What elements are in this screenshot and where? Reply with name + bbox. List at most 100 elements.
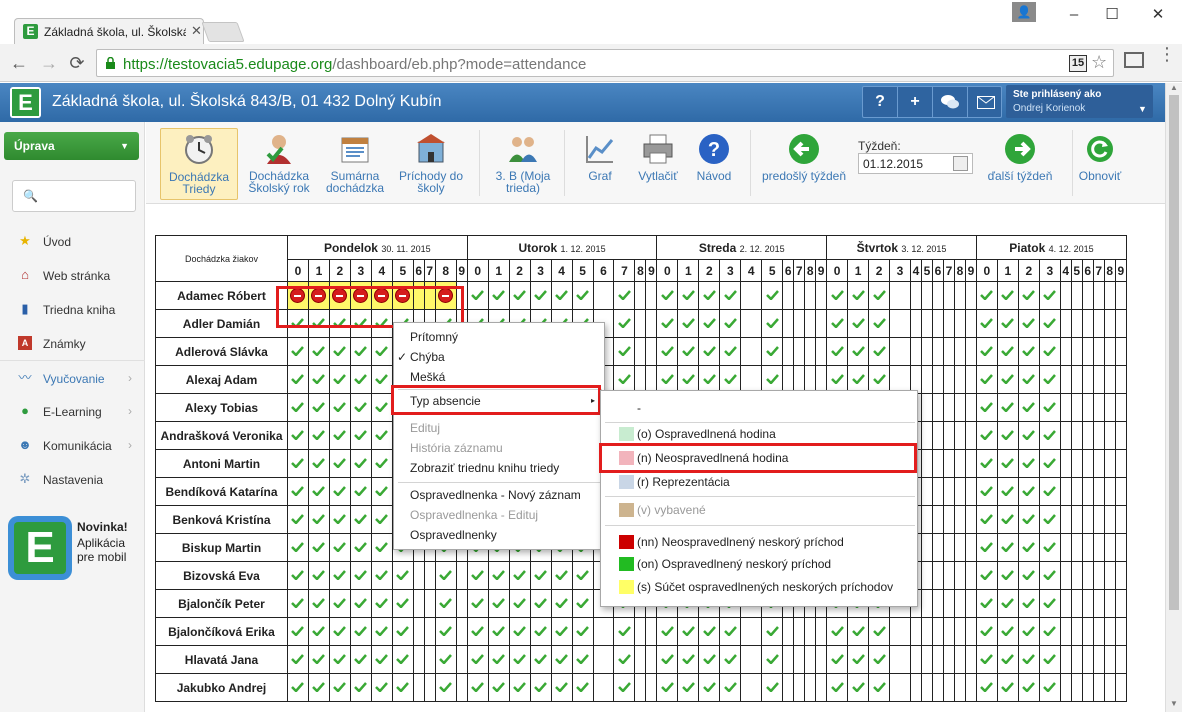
attendance-cell[interactable] [1092,533,1105,562]
ribbon-dochadzka-skolsky-rok[interactable]: Dochádzka Školský rok [242,128,316,200]
attendance-cell[interactable] [910,309,922,338]
attendance-cell[interactable] [826,281,849,310]
attendance-cell[interactable] [826,309,849,338]
attendance-cell[interactable] [920,589,933,618]
attendance-cell[interactable] [550,589,573,618]
attendance-cell[interactable] [412,589,425,618]
attendance-cell[interactable] [953,589,966,618]
attendance-cell[interactable] [1092,477,1105,506]
attendance-cell[interactable] [508,281,531,310]
attendance-cell[interactable] [975,673,998,702]
attendance-cell[interactable] [328,645,351,674]
attendance-cell[interactable] [550,645,573,674]
attendance-cell[interactable] [1081,505,1094,534]
attendance-cell[interactable] [953,505,966,534]
attendance-cell[interactable] [370,337,393,366]
attendance-cell[interactable] [529,617,552,646]
attendance-cell[interactable] [286,337,309,366]
attendance-cell[interactable] [889,281,911,310]
attendance-cell[interactable] [412,645,425,674]
attendance-cell[interactable] [1017,533,1040,562]
attendance-cell[interactable] [964,505,977,534]
attendance-cell[interactable] [307,309,330,338]
attendance-cell[interactable] [953,393,966,422]
attendance-cell[interactable] [571,645,594,674]
tab-close-icon[interactable]: ✕ [191,23,202,39]
attendance-cell[interactable] [761,337,784,366]
attendance-cell[interactable] [740,337,763,366]
attendance-cell[interactable] [1103,281,1116,310]
attendance-cell[interactable] [1103,421,1116,450]
attendance-cell[interactable] [656,309,679,338]
attendance-cell[interactable] [996,617,1019,646]
attendance-cell[interactable] [740,309,763,338]
attendance-cell[interactable] [782,281,795,310]
attendance-cell[interactable] [656,281,679,310]
attendance-cell[interactable] [1038,449,1061,478]
ribbon-predosly-tyzden[interactable]: predošlý týždeň [758,128,850,200]
attendance-cell[interactable] [370,505,393,534]
attendance-cell[interactable] [1038,505,1061,534]
attendance-cell[interactable] [975,477,998,506]
attendance-cell[interactable] [719,673,742,702]
attendance-cell[interactable] [1038,421,1061,450]
attendance-cell[interactable] [910,617,922,646]
submenu-item-on[interactable]: (on) Ospravedlnený neskorý príchod [601,553,917,575]
attendance-cell[interactable] [455,645,468,674]
attendance-cell[interactable] [1038,617,1061,646]
attendance-cell[interactable] [1070,617,1083,646]
attendance-cell[interactable] [391,673,414,702]
user-menu[interactable]: Ste prihlásený ako Ondrej Korienok ▼ [1006,85,1153,118]
attendance-cell[interactable] [889,617,911,646]
attendance-cell[interactable] [1092,673,1105,702]
attendance-cell[interactable] [645,617,658,646]
attendance-cell[interactable] [698,309,721,338]
attendance-cell[interactable] [931,561,944,590]
attendance-cell[interactable] [412,673,425,702]
attendance-cell[interactable] [942,589,955,618]
attendance-cell[interactable] [1114,505,1128,534]
attendance-cell[interactable] [1017,365,1040,394]
attendance-cell[interactable] [1081,589,1094,618]
attendance-cell[interactable] [804,337,817,366]
attendance-cell[interactable] [613,645,636,674]
attendance-cell[interactable] [964,617,977,646]
attendance-cell[interactable] [868,337,891,366]
reload-icon[interactable]: ⟳ [66,52,88,74]
attendance-cell[interactable] [1092,281,1105,310]
attendance-cell[interactable] [1103,673,1116,702]
attendance-cell[interactable] [634,673,647,702]
attendance-cell[interactable] [826,645,849,674]
attendance-cell[interactable] [868,281,891,310]
attendance-cell[interactable] [942,393,955,422]
attendance-cell[interactable] [423,645,436,674]
attendance-cell[interactable] [286,561,309,590]
attendance-cell[interactable] [1017,281,1040,310]
attendance-cell[interactable] [793,673,806,702]
scroll-up-icon[interactable]: ▲ [1170,83,1178,92]
attendance-cell[interactable] [1114,365,1128,394]
attendance-cell[interactable] [964,645,977,674]
attendance-cell[interactable] [996,477,1019,506]
attendance-cell[interactable] [286,393,309,422]
attendance-cell[interactable] [1103,393,1116,422]
attendance-cell[interactable] [719,617,742,646]
attendance-cell[interactable] [571,561,594,590]
attendance-cell[interactable] [286,449,309,478]
attendance-cell[interactable] [698,281,721,310]
attendance-cell[interactable] [1059,561,1072,590]
attendance-cell[interactable] [996,505,1019,534]
attendance-cell[interactable] [307,449,330,478]
attendance-cell[interactable] [1103,561,1116,590]
attendance-cell[interactable] [1103,589,1116,618]
attendance-cell[interactable] [920,617,933,646]
attendance-cell[interactable] [1059,533,1072,562]
extension-badge-icon[interactable]: 15 [1069,55,1087,72]
attendance-cell[interactable] [910,673,922,702]
attendance-cell[interactable] [847,645,870,674]
menu-item-zobrazit-triednu-knihu[interactable]: Zobraziť triednu knihu triedy [394,458,604,478]
student-name[interactable]: Benková Kristína [155,505,288,534]
attendance-cell[interactable] [1081,645,1094,674]
attendance-cell[interactable] [1103,449,1116,478]
attendance-cell[interactable] [719,645,742,674]
